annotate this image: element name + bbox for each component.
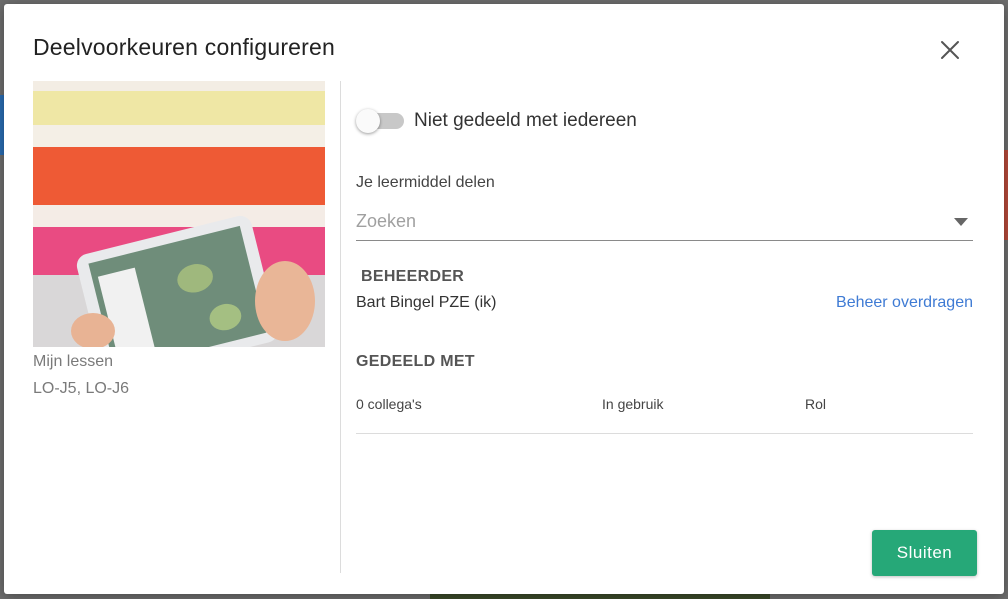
- share-resource-label: Je leermiddel delen: [356, 174, 495, 191]
- admin-heading: BEHEERDER: [361, 268, 465, 285]
- share-everyone-toggle[interactable]: [356, 109, 404, 133]
- toggle-knob: [356, 109, 380, 133]
- shared-with-heading: GEDEELD MET: [356, 353, 475, 370]
- close-button[interactable]: [934, 34, 966, 66]
- close-icon: [941, 41, 959, 59]
- transfer-admin-link[interactable]: Beheer overdragen: [836, 294, 973, 312]
- column-colleagues: 0 collega's: [356, 396, 422, 412]
- shared-table-header: 0 collega's In gebruik Rol: [356, 384, 973, 434]
- share-search-field: [356, 203, 973, 241]
- course-name: Mijn lessen: [33, 353, 114, 370]
- search-input[interactable]: [356, 206, 916, 237]
- admin-name: Bart Bingel PZE (ik): [356, 294, 497, 311]
- dropdown-arrow-icon[interactable]: [951, 212, 971, 232]
- share-toggle-row: Niet gedeeld met iedereen: [356, 109, 637, 133]
- share-preferences-dialog: Deelvoorkeuren configureren Mijn lessen …: [4, 4, 1004, 594]
- column-role: Rol: [805, 396, 827, 412]
- column-in-use: In gebruik: [602, 396, 664, 412]
- share-toggle-label: Niet gedeeld met iedereen: [414, 110, 637, 131]
- dialog-title: Deelvoorkeuren configureren: [33, 34, 336, 60]
- vertical-divider: [340, 81, 341, 573]
- course-panel: Mijn lessen LO-J5, LO-J6: [33, 81, 325, 398]
- caret-down-icon: [954, 217, 968, 226]
- close-dialog-button[interactable]: Sluiten: [872, 530, 977, 576]
- course-groups: LO-J5, LO-J6: [33, 380, 130, 397]
- course-thumbnail: [33, 81, 325, 347]
